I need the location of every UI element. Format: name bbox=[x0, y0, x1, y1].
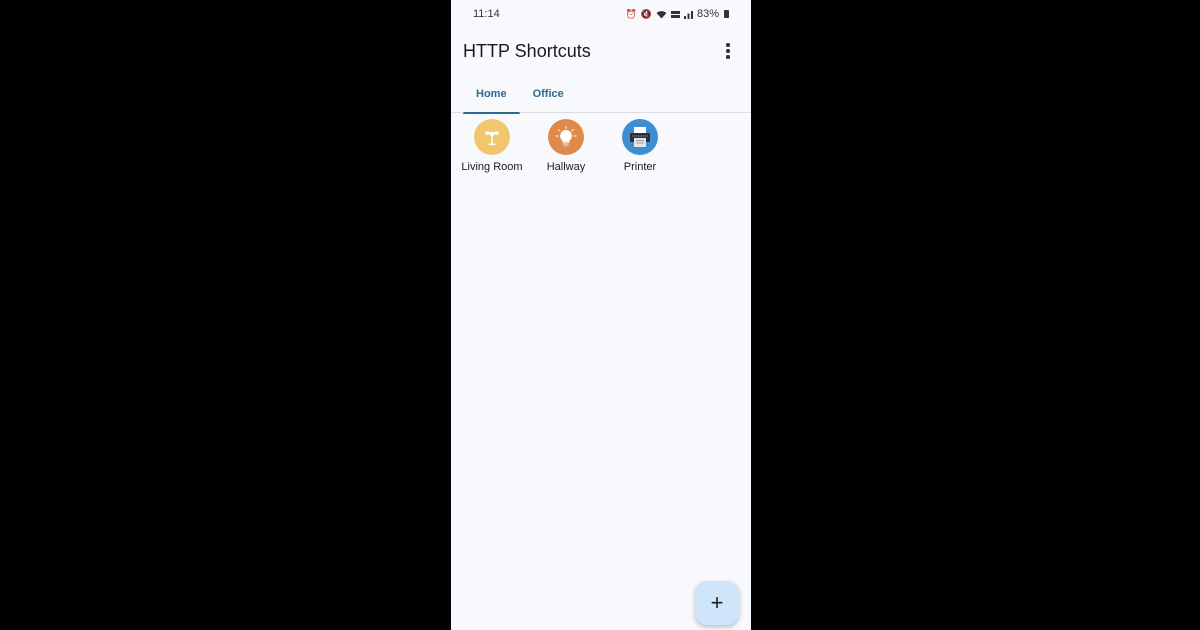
lightbulb-icon bbox=[548, 119, 584, 155]
plus-icon: + bbox=[710, 590, 724, 615]
shortcut-grid: Living Room Hallway Printer bbox=[455, 119, 677, 173]
app-title: HTTP Shortcuts bbox=[463, 40, 591, 61]
status-time: 11:14 bbox=[473, 8, 500, 20]
tab-home[interactable]: Home bbox=[463, 74, 520, 114]
phone-screen: 11:14 ⏰ 🔇 83% HTTP Shortcuts Home Office… bbox=[451, 0, 751, 630]
shortcut-printer[interactable]: Printer bbox=[603, 119, 677, 173]
add-shortcut-button[interactable]: + bbox=[695, 581, 739, 625]
printer-icon bbox=[622, 119, 658, 155]
status-bar: 11:14 ⏰ 🔇 83% bbox=[451, 0, 751, 28]
more-vert-icon[interactable] bbox=[719, 39, 737, 63]
shortcut-label: Hallway bbox=[546, 161, 586, 173]
tab-home-label: Home bbox=[476, 87, 507, 100]
signal-icon bbox=[683, 10, 693, 19]
battery-percent: 83% bbox=[696, 8, 719, 20]
shortcut-label: Living Room bbox=[461, 161, 523, 173]
volte-icon bbox=[670, 10, 680, 18]
shortcut-living-room[interactable]: Living Room bbox=[455, 119, 529, 173]
battery-icon bbox=[724, 10, 729, 18]
fan-icon bbox=[474, 119, 510, 155]
shortcut-label: Printer bbox=[623, 161, 657, 173]
app-bar: HTTP Shortcuts bbox=[451, 28, 751, 74]
tab-office-label: Office bbox=[532, 87, 564, 100]
category-tabs: Home Office bbox=[451, 74, 751, 114]
mute-icon: 🔇 bbox=[640, 8, 652, 19]
tab-office[interactable]: Office bbox=[520, 74, 577, 113]
shortcut-hallway[interactable]: Hallway bbox=[529, 119, 603, 173]
wifi-icon bbox=[656, 10, 667, 18]
status-icons: ⏰ 🔇 83% bbox=[626, 8, 729, 20]
alarm-icon: ⏰ bbox=[625, 8, 637, 19]
